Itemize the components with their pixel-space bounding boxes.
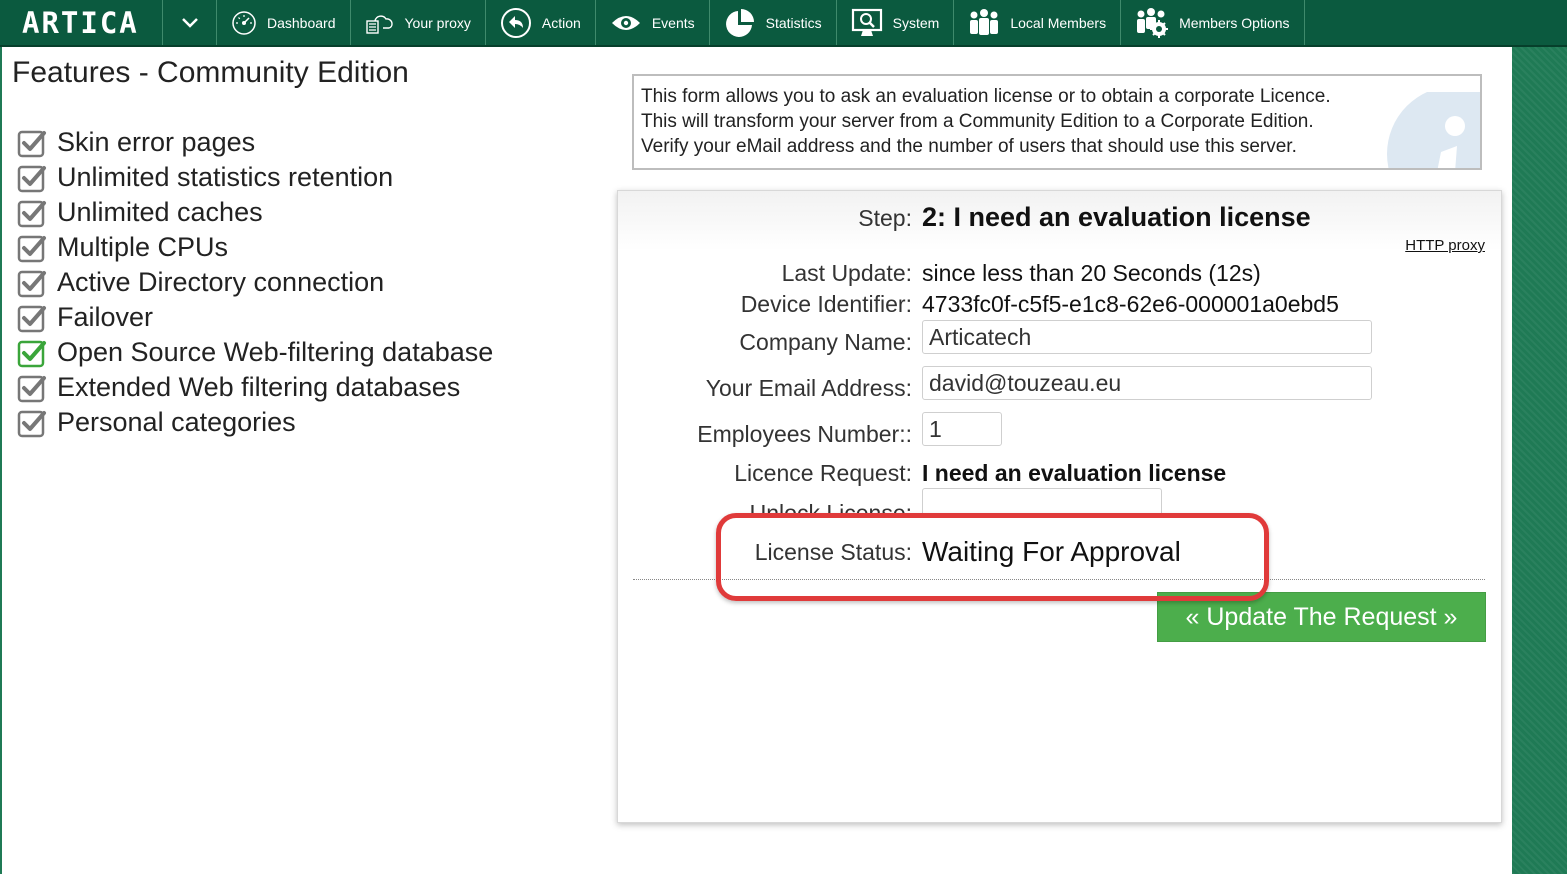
company-name-input[interactable] [922, 320, 1372, 354]
nav-label: Events [651, 14, 695, 31]
page-title: Features - Community Edition [12, 56, 409, 89]
right-sidebar-strip [1512, 47, 1567, 874]
license-form-panel: Step: 2: I need an evaluation license HT… [617, 190, 1502, 823]
feature-item: Unlimited caches [17, 195, 493, 230]
step-value: 2: I need an evaluation license [922, 202, 1311, 232]
feature-label: Extended Web filtering databases [57, 372, 461, 402]
feature-item: Extended Web filtering databases [17, 370, 493, 405]
employees-label: Employees Number:: [697, 421, 912, 447]
nav-label: Action [541, 14, 581, 31]
nav-label: System [892, 14, 940, 31]
feature-label: Open Source Web-filtering database [57, 337, 494, 367]
info-line: Verify your eMail address and the number… [641, 136, 1297, 157]
checkbox-checked-icon [17, 340, 46, 367]
license-status-value: Waiting For Approval [922, 536, 1181, 567]
form-divider [633, 579, 1485, 580]
checkbox-checked-icon [17, 410, 46, 437]
update-request-button[interactable]: « Update The Request » [1157, 592, 1486, 642]
feature-item: Open Source Web-filtering database [17, 335, 493, 370]
dashboard-icon [232, 10, 256, 35]
artica-logo[interactable]: ARTICA [0, 0, 163, 45]
company-name-label: Company Name: [739, 329, 912, 355]
email-label: Your Email Address: [705, 375, 912, 401]
employees-input[interactable] [922, 412, 1002, 446]
feature-item: Personal categories [17, 405, 493, 440]
nav-local-members[interactable]: Local Members [954, 0, 1122, 45]
nav-label: Local Members [1010, 14, 1107, 31]
checkbox-checked-icon [17, 305, 46, 332]
menu-toggle-button[interactable] [163, 0, 217, 45]
info-line: This form allows you to ask an evaluatio… [641, 86, 1331, 107]
info-line: This will transform your server from a C… [641, 111, 1314, 132]
nav-events[interactable]: Events [596, 0, 710, 45]
unlock-license-input[interactable] [922, 488, 1162, 518]
checkbox-checked-icon [17, 375, 46, 402]
checkbox-checked-icon [17, 130, 46, 157]
feature-label: Failover [57, 302, 154, 332]
checkbox-checked-icon [17, 165, 46, 192]
chevron-down-icon [181, 17, 198, 28]
eye-icon [611, 15, 640, 30]
last-update-value: since less than 20 Seconds (12s) [922, 260, 1261, 286]
nav-members-options[interactable]: Members Options [1121, 0, 1305, 45]
nav-label: Dashboard [267, 14, 336, 31]
checkbox-checked-icon [17, 235, 46, 262]
feature-item: Failover [17, 300, 493, 335]
nav-your-proxy[interactable]: Your proxy [351, 0, 486, 45]
feature-label: Multiple CPUs [57, 232, 229, 262]
proxy-icon [365, 14, 393, 34]
unlock-license-label: Unlock License: [749, 500, 912, 518]
left-edge-strip [0, 47, 2, 874]
feature-item: Skin error pages [17, 125, 493, 160]
licence-request-value: I need an evaluation license [922, 460, 1227, 486]
features-list: Skin error pages Unlimited statistics ret… [17, 125, 493, 440]
nav-label: Members Options [1179, 14, 1290, 31]
device-id-value: 4733fc0f-c5f5-e1c8-62e6-000001a0ebd5 [922, 291, 1339, 317]
http-proxy-link[interactable]: HTTP proxy [1405, 237, 1485, 254]
info-icon [1387, 92, 1480, 168]
feature-label: Unlimited caches [57, 197, 263, 227]
nav-action[interactable]: Action [486, 0, 596, 45]
users-icon [970, 8, 999, 35]
pie-chart-icon [725, 8, 754, 37]
feature-label: Unlimited statistics retention [57, 162, 394, 192]
feature-item: Multiple CPUs [17, 230, 493, 265]
license-status-label: License Status: [754, 539, 912, 565]
nav-label: Your proxy [404, 14, 471, 31]
info-box: This form allows you to ask an evaluatio… [632, 74, 1482, 170]
device-id-label: Device Identifier: [740, 291, 912, 317]
nav-label: Statistics [765, 14, 822, 31]
monitor-icon [851, 8, 882, 36]
feature-item: Unlimited statistics retention [17, 160, 493, 195]
checkbox-checked-icon [17, 270, 46, 297]
nav-system[interactable]: System [837, 0, 955, 45]
feature-label: Active Directory connection [57, 267, 385, 297]
nav-statistics[interactable]: Statistics [710, 0, 837, 45]
top-navbar: ARTICA Dashboard Your proxy Action Event… [0, 0, 1567, 47]
action-icon [500, 7, 531, 38]
feature-label: Personal categories [57, 407, 296, 437]
checkbox-checked-icon [17, 200, 46, 227]
licence-request-label: Licence Request: [734, 460, 912, 486]
step-label: Step: [858, 205, 912, 231]
email-input[interactable] [922, 366, 1372, 400]
users-gear-icon [1137, 7, 1169, 38]
nav-dashboard[interactable]: Dashboard [217, 0, 351, 45]
logo-text: ARTICA [22, 5, 139, 40]
feature-item: Active Directory connection [17, 265, 493, 300]
feature-label: Skin error pages [57, 127, 256, 157]
last-update-label: Last Update: [781, 260, 912, 286]
